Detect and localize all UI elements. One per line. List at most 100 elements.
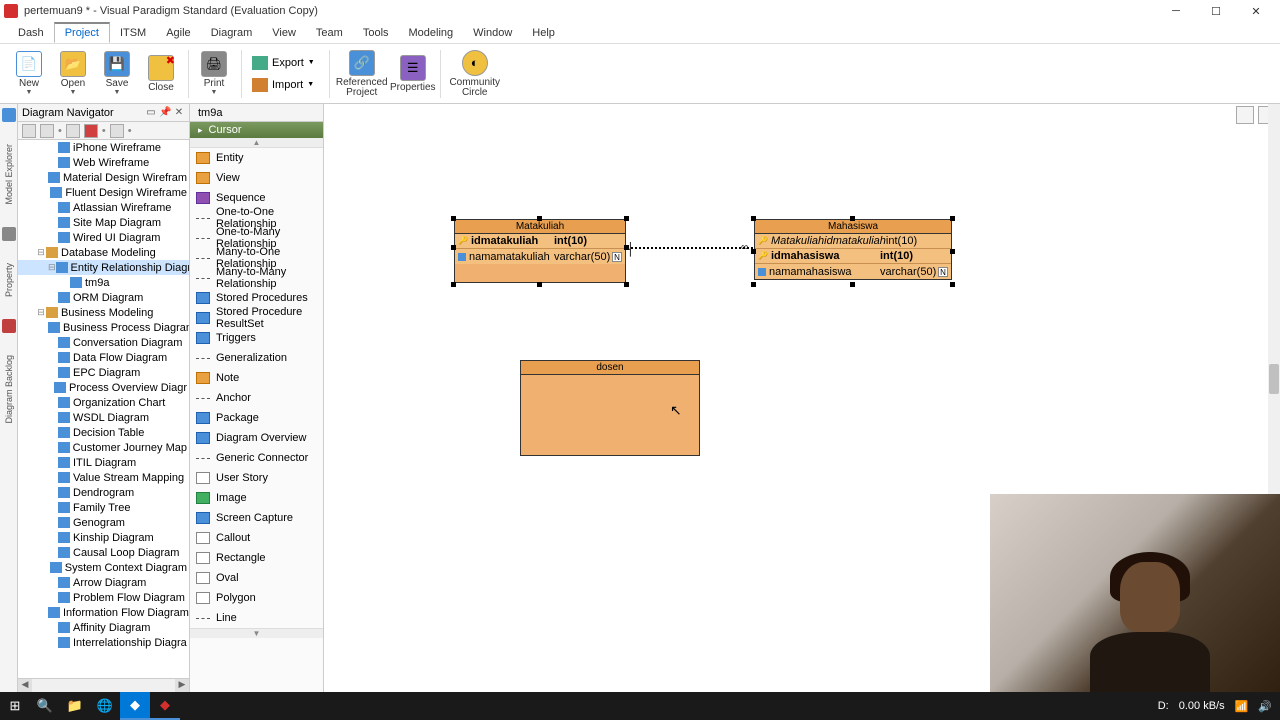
menu-tab-diagram[interactable]: Diagram (201, 24, 263, 42)
tree-item[interactable]: Site Map Diagram (18, 215, 189, 230)
tree-item[interactable]: ⊟Business Modeling (18, 305, 189, 320)
table-row[interactable]: 🔑 Matakuliahidmatakuliah int(10) (755, 234, 951, 249)
menu-tab-project[interactable]: Project (54, 22, 110, 43)
tree-item[interactable]: Information Flow Diagram (18, 605, 189, 620)
palette-item[interactable]: Many-to-One Relationship (190, 248, 323, 268)
nav-maximize-icon[interactable]: ▭ (145, 107, 157, 119)
import-button[interactable]: Import ▼ (246, 76, 321, 94)
tree-item[interactable]: EPC Diagram (18, 365, 189, 380)
tree-item[interactable]: Genogram (18, 515, 189, 530)
entity-mahasiswa[interactable]: Mahasiswa 🔑 Matakuliahidmatakuliah int(1… (754, 219, 952, 280)
properties-button[interactable]: ☰Properties (392, 46, 434, 102)
palette-item[interactable]: Diagram Overview (190, 428, 323, 448)
app-taskbar-icon[interactable]: ◆ (120, 692, 150, 720)
palette-item[interactable]: Note (190, 368, 323, 388)
tree-item[interactable]: ORM Diagram (18, 290, 189, 305)
explorer-taskbar-icon[interactable]: 📁 (60, 692, 90, 720)
community-circle-button[interactable]: ◐Community Circle (445, 46, 505, 102)
palette-item[interactable]: Triggers (190, 328, 323, 348)
menu-tab-modeling[interactable]: Modeling (399, 24, 464, 42)
tree-item[interactable]: Problem Flow Diagram (18, 590, 189, 605)
palette-item[interactable]: Generic Connector (190, 448, 323, 468)
palette-item[interactable]: Line (190, 608, 323, 628)
tree-item[interactable]: Process Overview Diagr (18, 380, 189, 395)
navigator-tree[interactable]: iPhone WireframeWeb WireframeMaterial De… (18, 140, 189, 678)
tree-item[interactable]: Material Design Wirefram (18, 170, 189, 185)
menu-tab-view[interactable]: View (262, 24, 306, 42)
referenced-project-button[interactable]: 🔗Referenced Project (334, 46, 390, 102)
tree-item[interactable]: ⊟Entity Relationship Diagr (18, 260, 189, 275)
volume-icon[interactable]: 🔊 (1258, 700, 1272, 713)
palette-item[interactable]: Stored Procedures (190, 288, 323, 308)
tree-item[interactable]: Decision Table (18, 425, 189, 440)
diagram-backlog-icon[interactable] (2, 319, 16, 333)
palette-item[interactable]: Image (190, 488, 323, 508)
open-button[interactable]: 📂Open▼ (52, 46, 94, 102)
close-project-button[interactable]: ✖Close (140, 46, 182, 102)
export-button[interactable]: Export ▼ (246, 54, 321, 72)
nav-pin-icon[interactable]: 📌 (159, 107, 171, 119)
nav-tool-2[interactable] (40, 124, 54, 138)
nav-close-icon[interactable]: ✕ (173, 107, 185, 119)
tree-item[interactable]: WSDL Diagram (18, 410, 189, 425)
tree-item[interactable]: Data Flow Diagram (18, 350, 189, 365)
tree-item[interactable]: Fluent Design Wireframe (18, 185, 189, 200)
navigator-hscrollbar[interactable]: ◀▶ (18, 678, 189, 692)
palette-item[interactable]: Screen Capture (190, 508, 323, 528)
maximize-button[interactable]: ☐ (1196, 0, 1236, 22)
nav-tool-4[interactable] (84, 124, 98, 138)
tree-item[interactable]: Affinity Diagram (18, 620, 189, 635)
tree-item[interactable]: Business Process Diagram (18, 320, 189, 335)
tree-item[interactable]: Causal Loop Diagram (18, 545, 189, 560)
tree-item[interactable]: Wired UI Diagram (18, 230, 189, 245)
palette-item[interactable]: Rectangle (190, 548, 323, 568)
palette-item[interactable]: Generalization (190, 348, 323, 368)
print-button[interactable]: 🖨Print▼ (193, 46, 235, 102)
menu-tab-itsm[interactable]: ITSM (110, 24, 156, 42)
vp-taskbar-icon[interactable]: ◆ (150, 692, 180, 720)
model-explorer-icon[interactable] (2, 108, 16, 122)
nav-tool-5[interactable] (110, 124, 124, 138)
nav-tool-3[interactable] (66, 124, 80, 138)
menu-tab-agile[interactable]: Agile (156, 24, 200, 42)
tree-item[interactable]: Customer Journey Map (18, 440, 189, 455)
palette-cursor-tool[interactable]: Cursor (190, 122, 323, 138)
palette-item[interactable]: Callout (190, 528, 323, 548)
tree-item[interactable]: Conversation Diagram (18, 335, 189, 350)
close-button[interactable]: ✕ (1236, 0, 1276, 22)
start-button[interactable]: ⊞ (0, 692, 30, 720)
table-row[interactable]: 🔑 idmatakuliah int(10) (455, 234, 625, 249)
save-button[interactable]: 💾Save▼ (96, 46, 138, 102)
tree-item[interactable]: Kinship Diagram (18, 530, 189, 545)
tree-item[interactable]: tm9a (18, 275, 189, 290)
property-tab[interactable]: Property (3, 259, 15, 301)
menu-tab-tools[interactable]: Tools (353, 24, 399, 42)
menu-tab-dash[interactable]: Dash (8, 24, 54, 42)
menu-tab-team[interactable]: Team (306, 24, 353, 42)
tree-item[interactable]: Web Wireframe (18, 155, 189, 170)
palette-item[interactable]: View (190, 168, 323, 188)
system-tray[interactable]: D: 0.00 kB/s 📶 🔊 (1158, 700, 1280, 713)
chrome-taskbar-icon[interactable]: 🌐 (90, 692, 120, 720)
table-row[interactable]: namamatakuliah varchar(50) N (455, 249, 625, 264)
new-button[interactable]: 📄New▼ (8, 46, 50, 102)
palette-item[interactable]: Oval (190, 568, 323, 588)
tree-item[interactable]: Interrelationship Diagra (18, 635, 189, 650)
palette-scroll-up[interactable]: ▲ (190, 138, 323, 148)
diagram-backlog-tab[interactable]: Diagram Backlog (3, 351, 15, 428)
table-row[interactable]: namamahasiswa varchar(50) N (755, 264, 951, 279)
palette-item[interactable]: Many-to-Many Relationship (190, 268, 323, 288)
palette-item[interactable]: One-to-One Relationship (190, 208, 323, 228)
palette-item[interactable]: Anchor (190, 388, 323, 408)
tree-item[interactable]: System Context Diagram (18, 560, 189, 575)
palette-item[interactable]: User Story (190, 468, 323, 488)
canvas-btn-1[interactable] (1236, 106, 1254, 124)
tree-item[interactable]: Atlassian Wireframe (18, 200, 189, 215)
palette-item[interactable]: Package (190, 408, 323, 428)
menu-tab-window[interactable]: Window (463, 24, 522, 42)
minimize-button[interactable]: ─ (1156, 0, 1196, 22)
tree-item[interactable]: ⊟Database Modeling (18, 245, 189, 260)
search-button[interactable]: 🔍 (30, 692, 60, 720)
tree-item[interactable]: Family Tree (18, 500, 189, 515)
palette-item[interactable]: Stored Procedure ResultSet (190, 308, 323, 328)
